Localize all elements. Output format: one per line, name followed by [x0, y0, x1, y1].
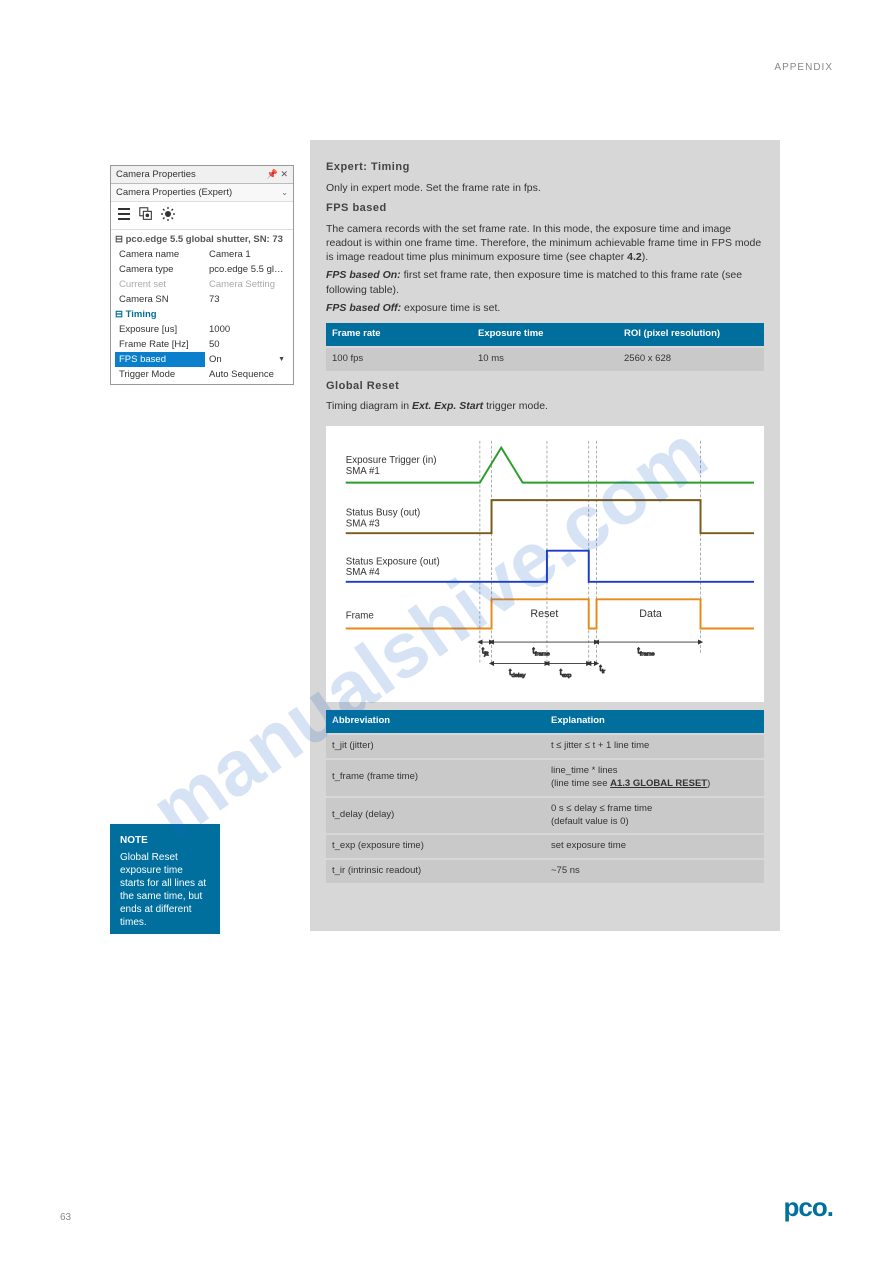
sun-icon[interactable] [160, 206, 176, 225]
cell: set exposure time [545, 834, 764, 859]
svg-text:texp: texp [560, 667, 572, 679]
fps-off-line: FPS based Off: exposure time is set. [326, 301, 764, 315]
sig-label-2: Status Busy (out)SMA #3 [346, 507, 421, 529]
cell: line_time * lines(line time see A1.3 GLO… [545, 759, 764, 797]
cell: t_delay (delay) [326, 797, 545, 835]
cell: 100 fps [326, 347, 472, 371]
row-value[interactable]: 1000 [205, 322, 289, 337]
dropdown-label: Camera Properties (Expert) [116, 187, 232, 198]
row-label: Camera name [115, 247, 205, 262]
camera-info-grid: Camera nameCamera 1 Camera typepco.edge … [115, 247, 289, 307]
row-value[interactable]: 73 [205, 292, 289, 307]
note-box: NOTE Global Reset exposure time starts f… [110, 824, 220, 934]
cell: t_jit (jitter) [326, 734, 545, 759]
frame-reset-label: Reset [530, 607, 558, 619]
cell: 2560 x 628 [618, 347, 764, 371]
panel-toolbar [111, 202, 293, 230]
panel-title: Camera Properties [116, 169, 196, 180]
row-label: Current set [115, 277, 205, 292]
row-label: Camera SN [115, 292, 205, 307]
svg-text:tframe: tframe [637, 645, 654, 657]
col-header: Frame rate [326, 323, 472, 347]
row-label: Camera type [115, 262, 205, 277]
timing-diagram-svg: Exposure Trigger (in)SMA #1 Status Busy … [336, 436, 754, 689]
fps-on-line: FPS based On: first set frame rate, then… [326, 268, 764, 296]
list-icon[interactable] [116, 206, 132, 225]
dropdown-arrow-icon: ▼ [278, 356, 285, 363]
svg-text:tir: tir [599, 663, 605, 675]
timing-diagram: Exposure Trigger (in)SMA #1 Status Busy … [326, 426, 764, 703]
chapter-link[interactable]: 4.2 [627, 251, 642, 263]
cell: t_frame (frame time) [326, 759, 545, 797]
col-header: ROI (pixel resolution) [618, 323, 764, 347]
heading-global-reset: Global Reset [326, 379, 764, 394]
expert-timing-text: Only in expert mode. Set the frame rate … [326, 181, 764, 195]
col-header: Exposure time [472, 323, 618, 347]
row-label-selected: FPS based [115, 352, 205, 367]
row-label: Frame Rate [Hz] [115, 337, 205, 352]
abbrev-table: Abbreviation Explanation t_jit (jitter)t… [326, 710, 764, 883]
cell: t_exp (exposure time) [326, 834, 545, 859]
sig-label-3: Status Exposure (out)SMA #4 [346, 556, 440, 578]
main-content: Expert: Timing Only in expert mode. Set … [310, 140, 780, 931]
frame-data-label: Data [639, 607, 662, 619]
cell: t ≤ jitter ≤ t + 1 line time [545, 734, 764, 759]
pco-logo: pco. [784, 1192, 833, 1223]
group-camera-head[interactable]: ⊟ pco.edge 5.5 global shutter, SN: 73 [115, 232, 289, 247]
row-value[interactable]: pco.edge 5.5 global... [205, 262, 289, 277]
dimension-arrows: tjit tframe tframe tdelay texp tir [480, 642, 701, 679]
col-header: Abbreviation [326, 710, 545, 734]
copy-gear-icon[interactable] [138, 206, 154, 225]
timing-grid: Exposure [us]1000 Frame Rate [Hz]50 FPS … [115, 322, 289, 382]
cell: t_ir (intrinsic readout) [326, 859, 545, 883]
note-title: NOTE [120, 834, 210, 847]
sig-label-1: Exposure Trigger (in)SMA #1 [346, 455, 437, 477]
fps-based-dropdown[interactable]: On▼ [205, 352, 289, 367]
panel-title-bar: Camera Properties 📌 ✕ [111, 166, 293, 184]
note-body: Global Reset exposure time starts for al… [120, 851, 210, 929]
cell: 0 s ≤ delay ≤ frame time(default value i… [545, 797, 764, 835]
group-timing-head[interactable]: ⊟ Timing [115, 307, 289, 322]
sig-label-4: Frame [346, 610, 374, 621]
pin-icon[interactable]: 📌 ✕ [267, 169, 288, 180]
chevron-down-icon: ⌄ [281, 188, 288, 197]
cell: ~75 ns [545, 859, 764, 883]
heading-fps-based: FPS based [326, 201, 764, 216]
svg-text:tjit: tjit [482, 645, 489, 657]
camera-properties-panel: Camera Properties 📌 ✕ Camera Properties … [110, 165, 294, 385]
row-label: Trigger Mode [115, 367, 205, 382]
page-number: 63 [60, 1212, 71, 1223]
fps-example-table: Frame rate Exposure time ROI (pixel reso… [326, 323, 764, 371]
properties-mode-dropdown[interactable]: Camera Properties (Expert) ⌄ [111, 184, 293, 202]
section-header: APPENDIX [774, 62, 833, 73]
fps-text: The camera records with the set frame ra… [326, 222, 764, 265]
svg-text:tdelay: tdelay [509, 667, 525, 679]
row-label: Exposure [us] [115, 322, 205, 337]
row-value[interactable]: Camera 1 [205, 247, 289, 262]
col-header: Explanation [545, 710, 764, 734]
row-value: Camera Setting [205, 277, 289, 292]
row-value[interactable]: Auto Sequence [205, 367, 289, 382]
gr-text: Timing diagram in Ext. Exp. Start trigge… [326, 399, 764, 413]
heading-expert-timing: Expert: Timing [326, 160, 764, 175]
row-value[interactable]: 50 [205, 337, 289, 352]
cell: 10 ms [472, 347, 618, 371]
